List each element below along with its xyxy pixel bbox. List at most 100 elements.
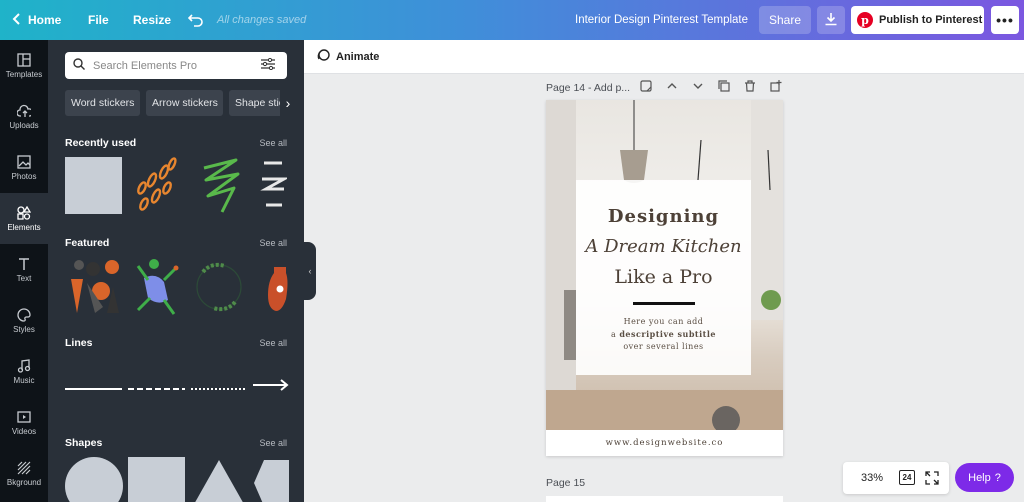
featured-dancing-figure[interactable]: [134, 258, 180, 316]
chip-arrow-stickers[interactable]: Arrow stickers: [146, 90, 223, 116]
section-title-lines: Lines: [65, 337, 93, 349]
subtitle-text[interactable]: Here you can add a descriptive subtitle …: [576, 316, 751, 353]
design-page-14[interactable]: Designing A Dream Kitchen Like a Pro Her…: [546, 100, 783, 456]
rail-label: Styles: [13, 324, 35, 334]
rail-item-music[interactable]: Music: [0, 346, 48, 397]
shape-triangle[interactable]: [191, 458, 247, 502]
side-navigation: Templates Uploads Photos Elements Text S…: [0, 40, 48, 502]
featured-vase[interactable]: [264, 259, 289, 315]
headline-line-3[interactable]: Like a Pro: [576, 266, 751, 288]
text-icon: [17, 257, 31, 271]
featured-vegetables-illustration[interactable]: [65, 257, 121, 315]
line-dotted[interactable]: [191, 380, 245, 390]
chevron-down-icon[interactable]: [692, 80, 704, 95]
design-page-15[interactable]: [546, 496, 783, 502]
subtitle-line-2-bold: descriptive subtitle: [619, 329, 716, 339]
section-title-featured: Featured: [65, 237, 110, 249]
page-toolbar: [640, 80, 782, 95]
rail-label: Uploads: [9, 120, 39, 130]
chevron-right-icon[interactable]: ›: [280, 90, 296, 116]
page-14-label[interactable]: Page 14 - Add p...: [546, 82, 630, 94]
add-page-icon[interactable]: [770, 80, 782, 95]
undo-icon[interactable]: [188, 0, 204, 40]
rail-label: Music: [13, 375, 35, 385]
document-title[interactable]: Interior Design Pinterest Template: [575, 0, 748, 40]
website-url[interactable]: www.designwebsite.co: [546, 430, 783, 456]
headline-line-1[interactable]: Designing: [576, 206, 751, 227]
rail-item-styles[interactable]: Styles: [0, 295, 48, 346]
rail-label: Text: [16, 273, 32, 283]
chevron-up-icon[interactable]: [666, 80, 678, 95]
ellipsis-icon: •••: [996, 12, 1014, 28]
pinterest-icon: p: [857, 12, 873, 28]
recent-green-zigzag[interactable]: [198, 158, 242, 214]
animate-icon: [316, 48, 330, 65]
search-box[interactable]: [65, 52, 287, 79]
see-all-recent[interactable]: See all: [259, 138, 287, 148]
notes-icon[interactable]: [640, 80, 652, 95]
zoom-level[interactable]: 33%: [861, 472, 883, 484]
section-title-recent: Recently used: [65, 137, 137, 149]
music-icon: [17, 358, 31, 373]
chip-word-stickers[interactable]: Word stickers: [65, 90, 140, 116]
help-button[interactable]: Help ?: [955, 463, 1014, 492]
duplicate-icon[interactable]: [718, 80, 730, 95]
rail-item-templates[interactable]: Templates: [0, 40, 48, 91]
home-label: Home: [28, 13, 62, 27]
top-bar: Home File Resize All changes saved Inter…: [0, 0, 1024, 40]
see-all-shapes[interactable]: See all: [259, 438, 287, 448]
line-dashed[interactable]: [128, 380, 185, 390]
rail-label: Bkground: [6, 477, 42, 487]
rail-item-background[interactable]: Bkground: [0, 448, 48, 499]
rail-label: Templates: [5, 69, 43, 79]
shape-hexagon[interactable]: [254, 458, 289, 502]
headline-line-2[interactable]: A Dream Kitchen: [576, 236, 751, 257]
rail-item-uploads[interactable]: Uploads: [0, 91, 48, 142]
publish-label: Publish to Pinterest: [879, 14, 983, 26]
filter-icon[interactable]: [261, 57, 275, 75]
animate-button[interactable]: Animate: [316, 48, 379, 65]
more-options-button[interactable]: •••: [991, 6, 1019, 34]
rail-item-videos[interactable]: Videos: [0, 397, 48, 448]
download-button[interactable]: [817, 6, 845, 34]
help-label: Help: [968, 471, 991, 484]
elements-icon: [17, 205, 31, 220]
shape-square[interactable]: [128, 457, 185, 502]
rail-item-text[interactable]: Text: [0, 244, 48, 295]
line-arrow[interactable]: [253, 378, 289, 391]
search-input[interactable]: [93, 59, 253, 72]
fullscreen-icon[interactable]: [925, 471, 939, 488]
recent-brush-stroke[interactable]: [260, 157, 290, 214]
search-icon: [73, 57, 85, 75]
help-icon: ?: [994, 471, 1001, 484]
recent-orange-strokes[interactable]: [134, 156, 180, 214]
page-grid-icon[interactable]: 24: [899, 470, 915, 485]
line-solid[interactable]: [65, 380, 122, 390]
rail-label: Photos: [11, 171, 37, 181]
section-title-shapes: Shapes: [65, 437, 103, 449]
featured-leaf-wreath[interactable]: [191, 258, 247, 316]
rail-item-elements[interactable]: Elements: [0, 193, 48, 244]
publish-to-pinterest-button[interactable]: p Publish to Pinterest: [851, 6, 984, 34]
rail-item-photos[interactable]: Photos: [0, 142, 48, 193]
elements-panel: Word stickers Arrow stickers Shape stic …: [48, 40, 304, 502]
file-menu[interactable]: File: [88, 0, 109, 40]
zoom-controls: 33% 24: [843, 462, 949, 494]
recent-square-shape[interactable]: [65, 157, 122, 214]
home-button[interactable]: Home: [12, 0, 61, 40]
palette-icon: [17, 307, 31, 322]
download-icon: [824, 12, 838, 29]
share-button[interactable]: Share: [759, 6, 811, 34]
divider-bar[interactable]: [633, 302, 695, 305]
shape-circle[interactable]: [65, 457, 123, 502]
title-card[interactable]: Designing A Dream Kitchen Like a Pro Her…: [576, 180, 751, 375]
photos-icon: [17, 154, 31, 169]
collapse-panel-tab[interactable]: ‹: [304, 242, 316, 300]
trash-icon[interactable]: [744, 80, 756, 95]
resize-button[interactable]: Resize: [133, 0, 171, 40]
animate-label: Animate: [336, 50, 380, 63]
see-all-featured[interactable]: See all: [259, 238, 287, 248]
see-all-lines[interactable]: See all: [259, 338, 287, 348]
subtitle-line-3: over several lines: [623, 342, 704, 351]
page-15-label[interactable]: Page 15: [546, 477, 585, 489]
